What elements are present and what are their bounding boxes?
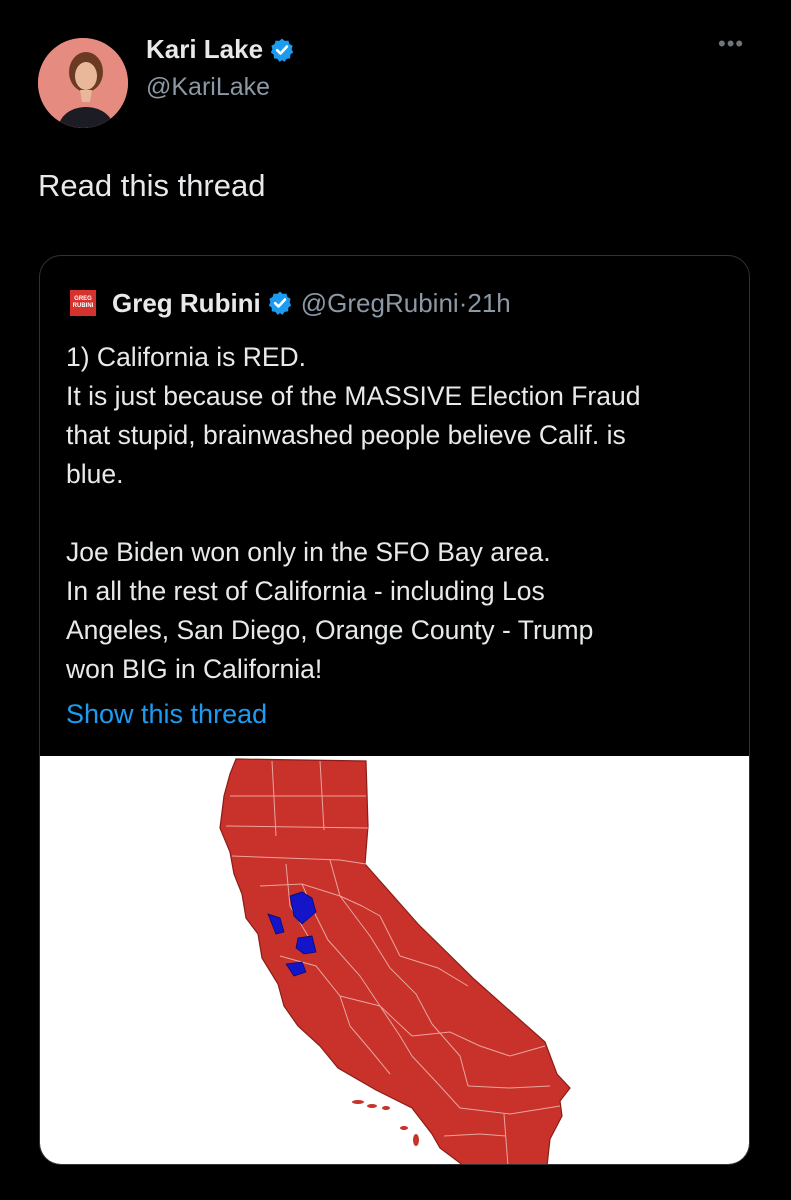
quote-author-name[interactable]: Greg Rubini	[112, 288, 261, 319]
quote-line-blank	[66, 494, 736, 533]
tweet-text: Read this thread	[38, 168, 266, 203]
california-county-map	[219, 758, 571, 1164]
verified-badge-icon	[268, 291, 291, 315]
map-state-shape	[219, 758, 571, 1164]
author-name[interactable]: Kari Lake	[146, 34, 295, 65]
author-block[interactable]: Kari Lake @KariLake	[146, 34, 295, 102]
author-handle[interactable]: @KariLake	[146, 73, 295, 102]
california-map-image[interactable]	[40, 756, 749, 1164]
more-options-icon[interactable]: •••	[718, 33, 744, 55]
quote-handle-text[interactable]: @GregRubini	[301, 288, 459, 318]
quote-line: Angeles, San Diego, Orange County - Trum…	[66, 615, 594, 645]
logo-text-line1: GREG	[74, 296, 92, 302]
quote-line: blue.	[66, 459, 124, 489]
quote-text: 1) California is RED. It is just because…	[66, 338, 736, 689]
avatar[interactable]	[38, 38, 128, 128]
quote-line: It is just because of the MASSIVE Electi…	[66, 381, 641, 411]
profile-avatar-image	[38, 38, 128, 128]
quote-line: that stupid, brainwashed people believe …	[66, 420, 626, 450]
verified-badge-icon	[270, 38, 294, 62]
show-thread-link[interactable]: Show this thread	[66, 699, 267, 730]
quote-avatar-logo[interactable]: GREG RUBINI	[70, 290, 96, 316]
quote-timestamp[interactable]: 21h	[467, 288, 510, 318]
quote-line: won BIG in California!	[66, 654, 323, 684]
author-name-text[interactable]: Kari Lake	[146, 34, 263, 65]
quote-header: GREG RUBINI Greg Rubini @GregRubini·21h	[70, 286, 511, 320]
quote-line: Joe Biden won only in the SFO Bay area.	[66, 537, 551, 567]
quote-line: 1) California is RED.	[66, 342, 307, 372]
logo-text-line2: RUBINI	[72, 303, 94, 309]
quote-line: In all the rest of California - includin…	[66, 576, 545, 606]
quote-tweet-card[interactable]: GREG RUBINI Greg Rubini @GregRubini·21h …	[39, 255, 750, 1165]
quote-author-handle[interactable]: @GregRubini·21h	[301, 288, 511, 319]
